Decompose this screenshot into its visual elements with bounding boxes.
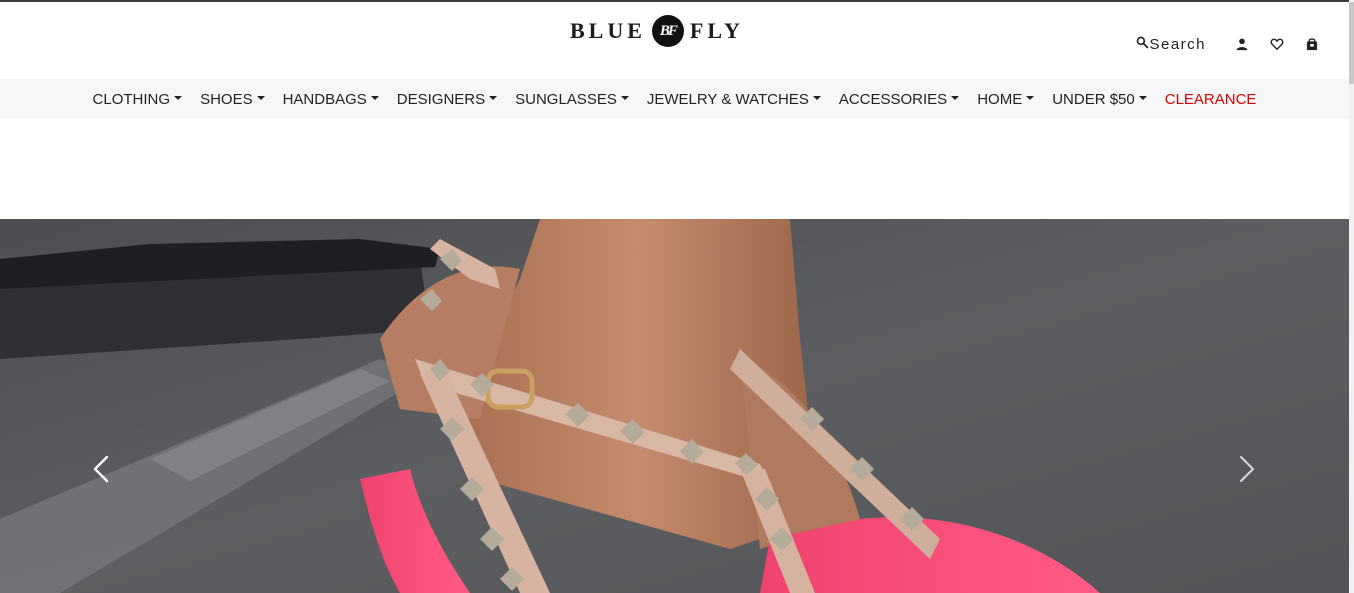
search-label: Search xyxy=(1149,35,1206,53)
caret-down-icon xyxy=(812,96,821,100)
caret-down-icon xyxy=(620,96,629,100)
nav-item-designers[interactable]: DESIGNERS xyxy=(388,91,506,108)
header-tools: Search xyxy=(1136,32,1329,56)
account-button[interactable] xyxy=(1224,32,1259,56)
search-icon xyxy=(1137,36,1149,48)
caret-down-icon xyxy=(174,96,183,100)
nav-item-label: ACCESSORIES xyxy=(838,90,948,108)
chevron-left-icon xyxy=(93,455,109,483)
wishlist-heart-icon xyxy=(1270,38,1283,50)
nav-item-shoes[interactable]: SHOES xyxy=(191,91,274,108)
wishlist-button[interactable] xyxy=(1259,32,1294,56)
caret-down-icon xyxy=(1138,96,1147,100)
nav-item-handbags[interactable]: HANDBAGS xyxy=(274,91,388,108)
nav-item-label: SHOES xyxy=(200,90,253,108)
carousel-next-button[interactable] xyxy=(1232,453,1262,485)
cart-button[interactable] xyxy=(1294,32,1329,56)
nav-item-label: HANDBAGS xyxy=(282,90,367,108)
nav-item-label: DESIGNERS xyxy=(396,90,486,108)
nav-item-jewelry-watches[interactable]: JEWELRY & WATCHES xyxy=(638,91,830,108)
nav-item-label: HOME xyxy=(977,90,1023,108)
site-header: BLUE BF FLY Search xyxy=(0,2,1349,79)
nav-item-accessories[interactable]: ACCESSORIES xyxy=(830,91,968,108)
hero-image xyxy=(0,219,1349,593)
nav-item-clothing[interactable]: CLOTHING xyxy=(84,91,192,108)
logo-text-right: FLY xyxy=(689,18,744,43)
caret-down-icon xyxy=(1026,96,1035,100)
search-button[interactable]: Search xyxy=(1136,36,1206,53)
main-navigation: CLOTHING SHOES HANDBAGS DESIGNERS SUNGLA… xyxy=(0,79,1349,119)
nav-item-home[interactable]: HOME xyxy=(968,91,1043,108)
brand-logo[interactable]: BLUE BF FLY xyxy=(570,14,744,48)
caret-down-icon xyxy=(256,96,265,100)
nav-item-label: UNDER $50 xyxy=(1052,90,1135,108)
caret-down-icon xyxy=(951,96,960,100)
nav-item-clearance[interactable]: CLEARANCE xyxy=(1156,91,1266,108)
nav-item-sunglasses[interactable]: SUNGLASSES xyxy=(506,91,638,108)
carousel-prev-button[interactable] xyxy=(86,453,116,485)
page-scrollbar[interactable] xyxy=(1349,0,1354,593)
logo-mark: BF xyxy=(651,15,684,47)
page: BLUE BF FLY Search CLOTHING SHOES HANDBA… xyxy=(0,0,1354,593)
nav-item-label: CLEARANCE xyxy=(1164,90,1257,108)
chevron-right-icon xyxy=(1240,456,1254,482)
account-icon xyxy=(1236,38,1247,51)
nav-item-label: SUNGLASSES xyxy=(515,90,617,108)
nav-item-under-50[interactable]: UNDER $50 xyxy=(1043,91,1156,108)
caret-down-icon xyxy=(489,96,498,100)
nav-item-label: CLOTHING xyxy=(92,90,171,108)
hero-carousel xyxy=(0,219,1349,593)
caret-down-icon xyxy=(370,96,379,100)
logo-text-left: BLUE xyxy=(570,18,646,43)
nav-item-label: JEWELRY & WATCHES xyxy=(646,90,809,108)
shopping-bag-icon xyxy=(1306,38,1317,51)
page-scrollbar-thumb[interactable] xyxy=(1349,2,1354,84)
